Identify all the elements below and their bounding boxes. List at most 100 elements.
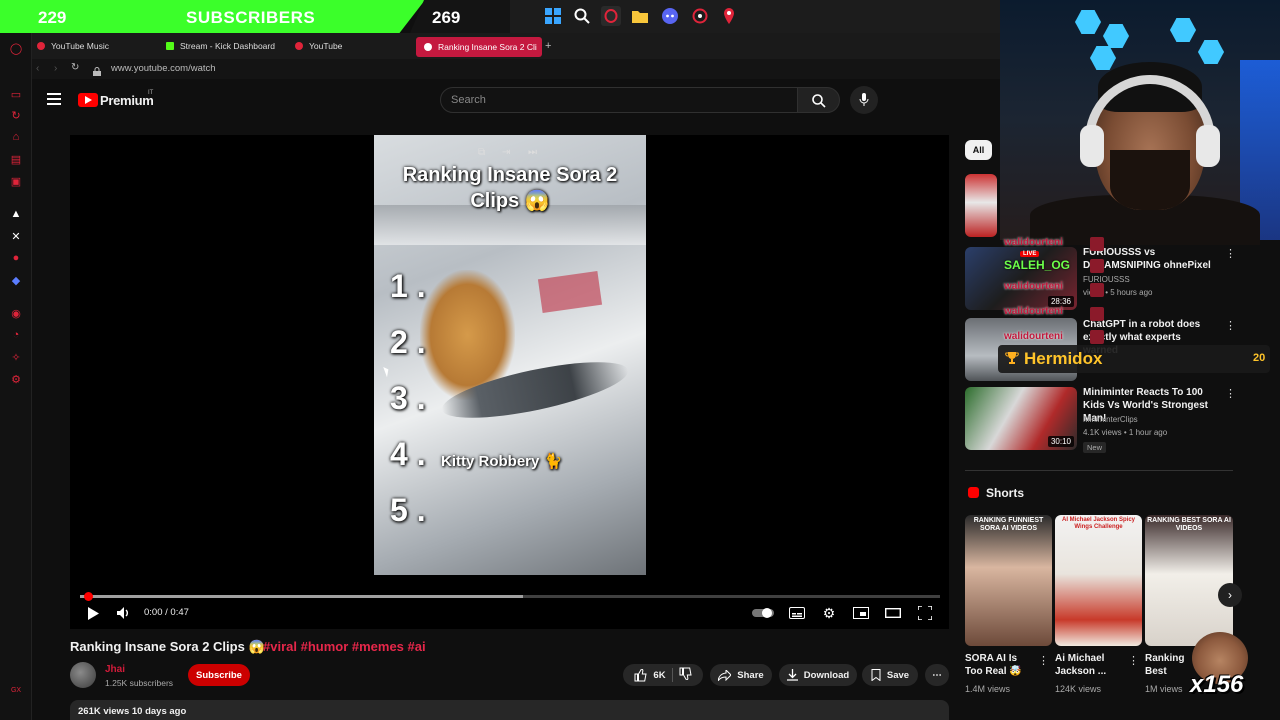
youtube-logo-icon[interactable] (78, 93, 98, 107)
share-button[interactable]: Share (710, 664, 772, 686)
short-title-0[interactable]: SORA AI Is Too Real 🤯 (965, 652, 1035, 678)
short-caption: RANKING FUNNIEST SORA AI VIDEOS (973, 517, 1044, 532)
share-label: Share (737, 669, 764, 681)
short-title-1[interactable]: Ai Michael Jackson ... (1055, 652, 1125, 678)
channel-avatar[interactable] (70, 662, 96, 688)
progress-scrubber[interactable] (84, 592, 93, 601)
rec-more-icon[interactable]: ⋮ (1225, 320, 1236, 332)
reload-icon[interactable]: ↻ (71, 62, 79, 73)
settings-gear-icon[interactable]: ⚙ (821, 605, 837, 621)
sidebar-gx-icon[interactable]: GX (9, 683, 23, 697)
rec-more-icon[interactable]: ⋮ (1225, 248, 1236, 260)
tab-active-video[interactable]: Ranking Insane Sora 2 Cli (416, 37, 542, 57)
opera-icon[interactable] (601, 6, 621, 26)
sidebar-chat-icon[interactable]: ▤ (9, 152, 23, 166)
search-input[interactable]: Search (440, 87, 798, 113)
download-button[interactable]: Download (779, 664, 857, 686)
filter-chip-all[interactable]: All (965, 140, 992, 160)
more-actions-button[interactable]: ⋯ (925, 664, 949, 686)
subscribe-button[interactable]: Subscribe (188, 664, 250, 686)
tab-kick-dashboard[interactable]: Stream - Kick Dashboard (166, 37, 275, 55)
sidebar-extensions-icon[interactable]: ✧ (9, 350, 23, 364)
voice-search-button[interactable] (850, 86, 878, 114)
short-more-icon[interactable]: ⋮ (1038, 655, 1049, 667)
sidebar-aria-icon[interactable]: ▲ (9, 207, 23, 221)
description-box[interactable] (70, 700, 949, 720)
file-explorer-icon[interactable] (630, 6, 650, 26)
search-button[interactable] (797, 87, 840, 113)
save-label: Save (886, 669, 910, 681)
save-button[interactable]: Save (862, 664, 918, 686)
miniplayer-button[interactable] (853, 606, 869, 620)
dislike-button[interactable] (679, 667, 692, 683)
rec-channel-3[interactable]: MiniminterClips (1083, 415, 1138, 424)
chat-username: walidourteni (1004, 331, 1063, 342)
short-caption: RANKING BEST SORA AI VIDEOS (1147, 517, 1231, 532)
rec-thumbnail-3[interactable]: 30:10 (965, 387, 1077, 450)
sidebar-mail-icon[interactable]: ▭ (9, 87, 23, 101)
video-title: Ranking Insane Sora 2 Clips 😱 (70, 639, 265, 654)
sidebar-notes-icon[interactable]: ▣ (9, 174, 23, 188)
tab-youtube-music[interactable]: YouTube Music (37, 37, 109, 55)
miniplayer-icon[interactable]: ⧉ (478, 147, 492, 159)
chat-username: walidourteni (1004, 237, 1063, 248)
shorts-next-button[interactable]: › (1218, 583, 1242, 607)
subscriber-goal: 269 (432, 8, 461, 27)
chat-avatar (1090, 307, 1104, 321)
like-button[interactable]: 6K (634, 668, 666, 682)
skip-icon[interactable]: ⏭ (528, 147, 542, 159)
new-badge: New (1083, 442, 1107, 453)
fullscreen-button[interactable] (917, 606, 933, 620)
url-field[interactable]: www.youtube.com/watch (111, 63, 216, 74)
rank-5: 5 . (390, 492, 426, 528)
sidebar-bag-icon[interactable]: ⌂ (9, 130, 23, 144)
channel-name[interactable]: Jhai (105, 664, 125, 675)
video-overlay-title: Ranking Insane Sora 2 Clips 😱 (402, 164, 618, 212)
sidebar-clock-icon[interactable]: ◔ (9, 328, 23, 342)
chat-avatar (1090, 283, 1104, 297)
subtitles-icon[interactable] (789, 606, 805, 620)
discord-icon[interactable] (660, 6, 680, 26)
search-icon[interactable] (572, 6, 592, 26)
tab-youtube[interactable]: YouTube (295, 37, 342, 55)
volume-icon[interactable] (117, 606, 131, 620)
tab-label: YouTube Music (51, 41, 109, 51)
progress-buffered (80, 595, 523, 598)
rank-2: 2 . (390, 324, 426, 360)
sidebar-settings-icon[interactable]: ⚙ (9, 372, 23, 386)
opera-logo-icon[interactable]: ◯ (9, 41, 23, 55)
rec-meta-3: 4.1K views • 1 hour ago (1083, 428, 1168, 437)
sidebar-vpn-icon[interactable]: ◆ (9, 273, 23, 287)
back-icon[interactable]: ‹ (36, 63, 39, 74)
maps-pin-icon[interactable] (719, 6, 739, 26)
app-icon[interactable] (690, 6, 710, 26)
short-thumbnail-0[interactable]: RANKING FUNNIEST SORA AI VIDEOS (965, 515, 1052, 646)
sidebar-history-icon[interactable]: ↻ (9, 108, 23, 122)
sidebar-youtube-icon[interactable]: ● (9, 251, 23, 265)
autoplay-toggle[interactable] (752, 606, 774, 620)
like-count: 6K (653, 669, 666, 681)
headset-earcup-right (1196, 125, 1220, 167)
windows-icon[interactable] (543, 6, 563, 26)
new-tab-button[interactable]: + (545, 40, 551, 52)
hamburger-menu-icon[interactable] (47, 93, 61, 105)
leaderboard-name: Hermidox (1024, 349, 1103, 368)
forward-icon[interactable]: › (54, 63, 57, 74)
sidebar-player-icon[interactable]: ◉ (9, 306, 23, 320)
tab-label: Stream - Kick Dashboard (180, 41, 275, 51)
video-hashtags[interactable]: #viral #humor #memes #ai (263, 639, 426, 654)
leaderboard-count: 20 (1253, 352, 1266, 364)
short-views-2: 1M views (1145, 684, 1183, 694)
section-divider (965, 470, 1233, 471)
short-thumbnail-2[interactable]: RANKING BEST SORA AI VIDEOS (1145, 515, 1233, 646)
sidebar-x-icon[interactable]: ✕ (9, 229, 23, 243)
youtube-premium-logo[interactable]: Premium (100, 93, 154, 108)
play-button[interactable] (86, 606, 100, 620)
theater-mode-button[interactable] (885, 606, 901, 620)
short-thumbnail-1[interactable]: AI Michael Jackson Spicy Wings Challenge (1055, 515, 1142, 646)
chat-avatar (1090, 237, 1104, 251)
rec-thumbnail-0[interactable] (965, 174, 997, 237)
rec-more-icon[interactable]: ⋮ (1225, 388, 1236, 400)
short-more-icon[interactable]: ⋮ (1128, 655, 1139, 667)
share-video-icon[interactable]: ⇥ (502, 147, 516, 159)
